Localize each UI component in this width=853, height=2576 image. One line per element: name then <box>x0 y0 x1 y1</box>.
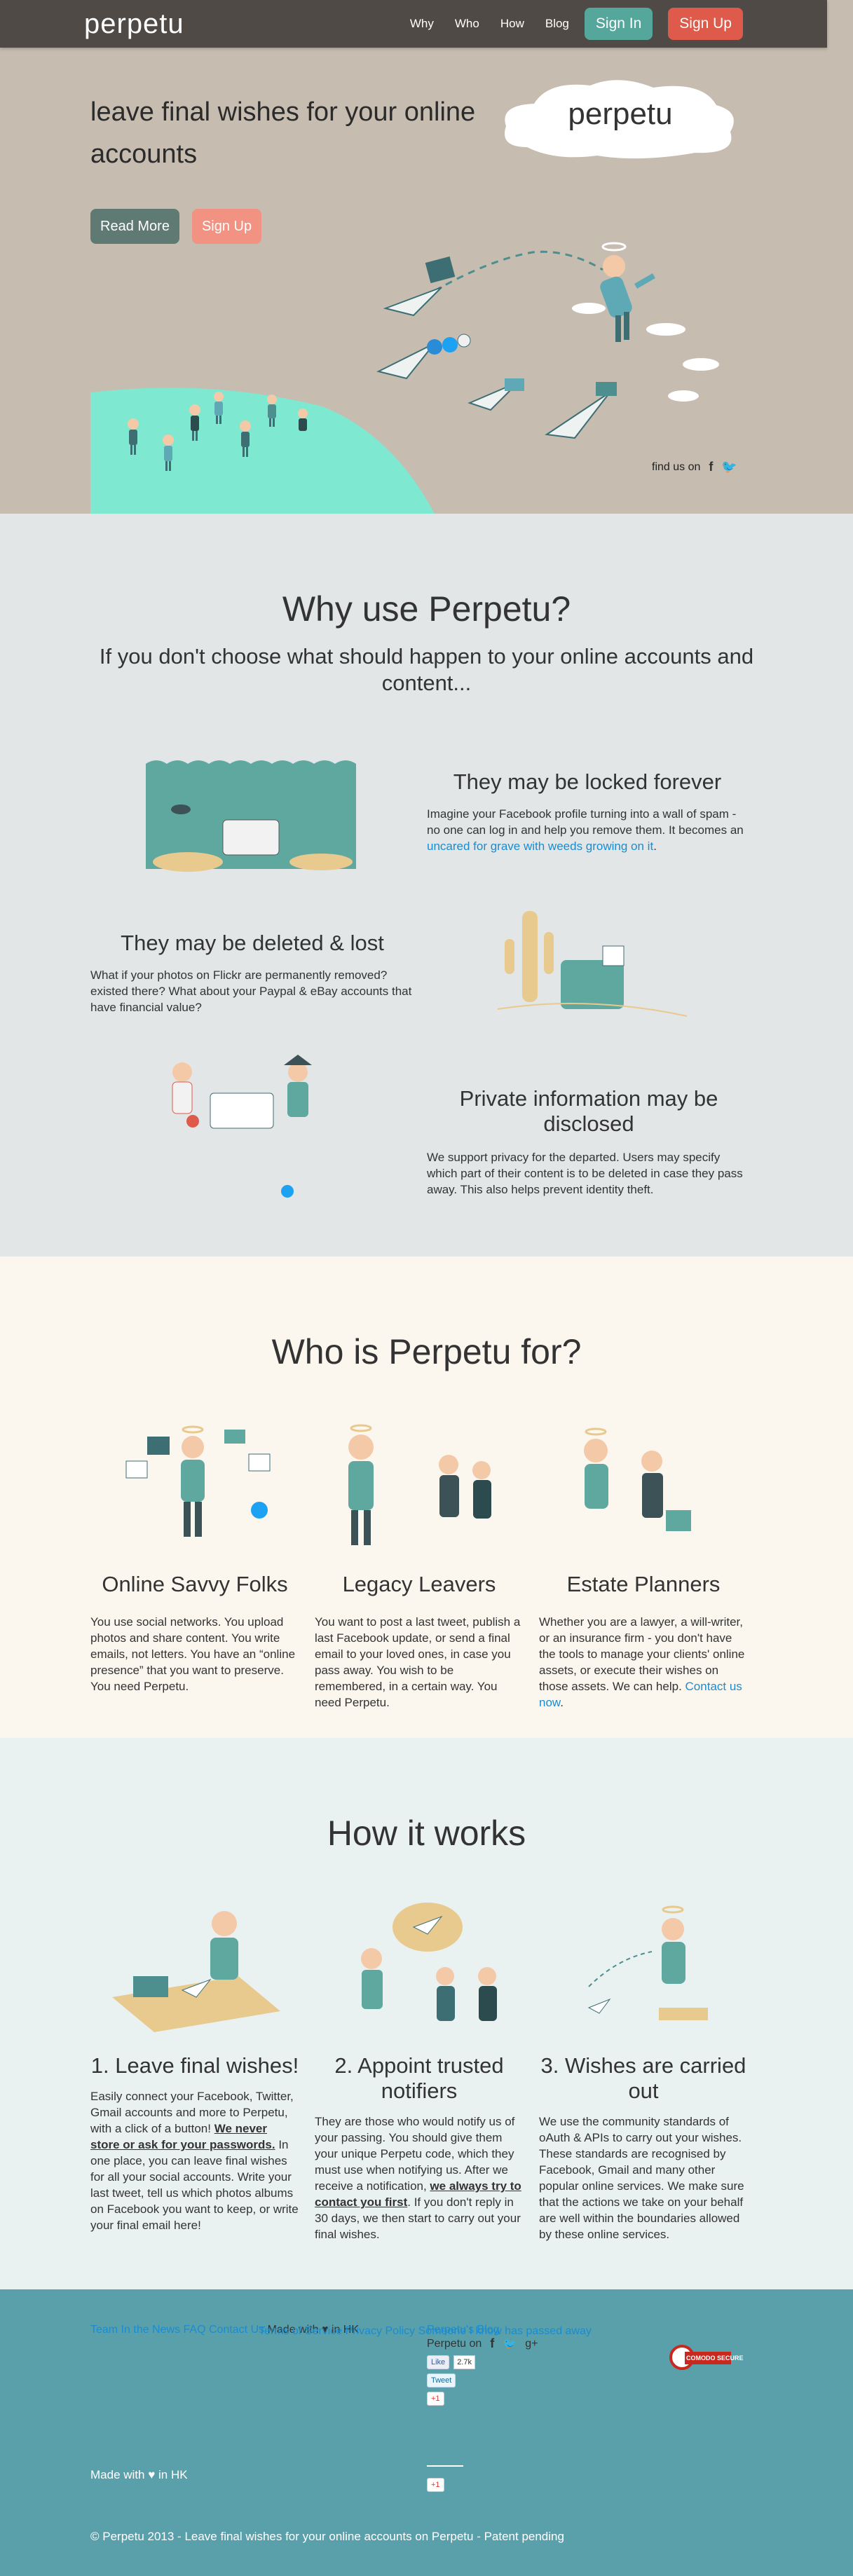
savvy-folks-illustration <box>125 1425 271 1537</box>
wishes-carried-out-illustration <box>587 1905 708 2020</box>
how-col-2-text: They are those who would notify us of yo… <box>315 2113 524 2242</box>
feature-locked-text-a: Imagine your Facebook profile turning in… <box>427 807 744 837</box>
hero-buttons: Read More Sign Up <box>90 209 262 244</box>
who-col-legacy: Legacy Leavers You want to post a last t… <box>315 1572 524 1711</box>
nav-links: Why Who How Blog Sign In Sign Up <box>389 8 743 40</box>
legacy-leavers-illustration <box>348 1424 491 1545</box>
facebook-icon[interactable]: f <box>709 460 713 474</box>
social-tiles <box>425 256 617 396</box>
read-more-button[interactable]: Read More <box>90 209 179 244</box>
made-with-love-2: Made with ♥ in HK <box>90 2468 188 2481</box>
footer-googleplus-icon[interactable]: g+ <box>525 2338 538 2350</box>
footer-twitter-icon[interactable]: 🐦 <box>503 2337 517 2351</box>
how-col-3: 3. Wishes are carried out We use the com… <box>539 2053 748 2242</box>
how-col-3-text: We use the community standards of oAuth … <box>539 2115 744 2241</box>
how-col-1: 1. Leave final wishes! Easily connect yo… <box>90 2053 299 2233</box>
how-title: How it works <box>327 1814 526 1853</box>
locked-chest-illustration <box>146 760 356 872</box>
copyright-text: © Perpetu 2013 - Leave final wishes for … <box>90 2530 564 2543</box>
footer-made-with-2: Made with ♥ in HK <box>90 2468 188 2482</box>
nav-blog-link[interactable]: Blog <box>545 17 569 31</box>
top-navbar: perpetu Why Who How Blog Sign In Sign Up <box>0 0 827 48</box>
find-us: find us on f 🐦 <box>652 460 737 474</box>
nav-why-link[interactable]: Why <box>410 17 434 31</box>
gplus-button-2[interactable]: +1 <box>427 2478 444 2492</box>
who-col-estate-text: Whether you are a lawyer, a will-writer,… <box>539 1614 748 1711</box>
flight-path <box>434 250 603 292</box>
feature-private-title: Private information may be disclosed <box>459 1086 718 1136</box>
nav-how-link[interactable]: How <box>500 17 524 31</box>
nav-who-link[interactable]: Who <box>455 17 479 31</box>
how-col-3-title: 3. Wishes are carried out <box>540 2053 746 2103</box>
cactus-desert-illustration <box>497 911 688 1017</box>
how-col-2: 2. Appoint trusted notifiers They are th… <box>315 2053 524 2242</box>
tweet-button[interactable]: Tweet <box>427 2373 456 2387</box>
who-title: Who is Perpetu for? <box>271 1332 582 1371</box>
feature-deleted-title: They may be deleted & lost <box>121 931 384 955</box>
twitter-icon[interactable]: 🐦 <box>721 460 737 474</box>
footer-blog-link[interactable]: Perpetu's Blog <box>427 2324 500 2336</box>
flying-man <box>600 242 655 342</box>
leave-wishes-illustration <box>112 1911 280 2032</box>
nav-sign-up-button[interactable]: Sign Up <box>668 8 743 40</box>
perpetu-on-row: Perpetu on f 🐦 g+ <box>427 2336 538 2351</box>
pirates-illustration <box>172 1055 312 1198</box>
perpetu-on-label: Perpetu on <box>427 2337 482 2350</box>
fb-like-button[interactable]: Like <box>427 2355 450 2369</box>
footer-terms-link[interactable]: Terms of Service <box>259 2325 342 2337</box>
how-col-1-text: Easily connect your Facebook, Twitter, G… <box>90 2088 299 2233</box>
who-col-legacy-text: You want to post a last tweet, publish a… <box>315 1615 521 1709</box>
brand-logo[interactable]: perpetu <box>84 8 184 40</box>
feature-locked-title: They may be locked forever <box>453 769 722 794</box>
notifiers-illustration <box>361 1903 497 2021</box>
find-us-label: find us on <box>652 460 701 473</box>
footer-news-link[interactable]: In the News <box>121 2324 180 2336</box>
estate-planners-illustration <box>584 1427 691 1531</box>
mint-hill <box>90 388 435 514</box>
why-title: Why use Perpetu? <box>282 589 571 629</box>
who-col-legacy-title: Legacy Leavers <box>342 1572 496 1596</box>
feature-deleted-text: What if your photos on Flickr are perman… <box>90 968 412 1014</box>
fb-like-count: 2.7k <box>453 2355 475 2369</box>
feature-private-text: We support privacy for the departed. Use… <box>427 1151 743 1196</box>
who-col-estate: Estate Planners Whether you are a lawyer… <box>539 1572 748 1711</box>
footer-team-link[interactable]: Team <box>90 2324 118 2336</box>
hero-sign-up-button[interactable]: Sign Up <box>191 209 262 244</box>
hero-title: leave final wishes for your online accou… <box>90 97 476 169</box>
footer-facebook-icon[interactable]: f <box>490 2336 494 2351</box>
hero-section: leave final wishes for your online accou… <box>0 0 853 514</box>
how-col-1-text-b: In one place, you can leave final wishes… <box>90 2138 299 2232</box>
comodo-badge-label: COMODO SECURE <box>686 2355 744 2362</box>
who-col-estate-title: Estate Planners <box>566 1572 721 1596</box>
fb-like-widget: Like 2.7k <box>427 2351 538 2369</box>
why-subtitle: If you don't choose what should happen t… <box>99 644 754 695</box>
uncared-grave-link[interactable]: uncared for grave with weeds growing on … <box>427 840 653 853</box>
feature-locked-text: Imagine your Facebook profile turning in… <box>427 806 751 854</box>
footer-col-2: Terms of Service Privacy Policy Someone … <box>259 2324 592 2339</box>
footer-gplus-2: +1 <box>427 2465 463 2492</box>
logo-cloud: perpetu <box>499 77 742 163</box>
how-col-2-title: 2. Appoint trusted notifiers <box>334 2053 504 2103</box>
footer-privacy-link[interactable]: Privacy Policy <box>346 2325 416 2337</box>
who-col-savvy-title: Online Savvy Folks <box>102 1572 288 1596</box>
sign-in-button[interactable]: Sign In <box>584 8 653 40</box>
feature-locked-text-b: . <box>653 840 657 853</box>
who-col-estate-text-b: . <box>560 1696 564 1709</box>
how-col-1-title: 1. Leave final wishes! <box>90 2053 299 2078</box>
who-col-savvy-text: You use social networks. You upload phot… <box>90 1615 296 1693</box>
footer-divider <box>427 2465 463 2467</box>
footer-col-3: Perpetu's Blog Perpetu on f 🐦 g+ Like 2.7… <box>427 2324 538 2406</box>
who-col-savvy: Online Savvy Folks You use social networ… <box>90 1572 299 1694</box>
footer-faq-link[interactable]: FAQ <box>184 2324 206 2336</box>
cloud-logo-text: perpetu <box>568 97 673 131</box>
comodo-badge[interactable]: COMODO SECURE <box>669 2334 744 2376</box>
gplus-button[interactable]: +1 <box>427 2392 444 2406</box>
footer-contact-link[interactable]: Contact Us <box>209 2324 264 2336</box>
small-clouds <box>572 303 719 402</box>
